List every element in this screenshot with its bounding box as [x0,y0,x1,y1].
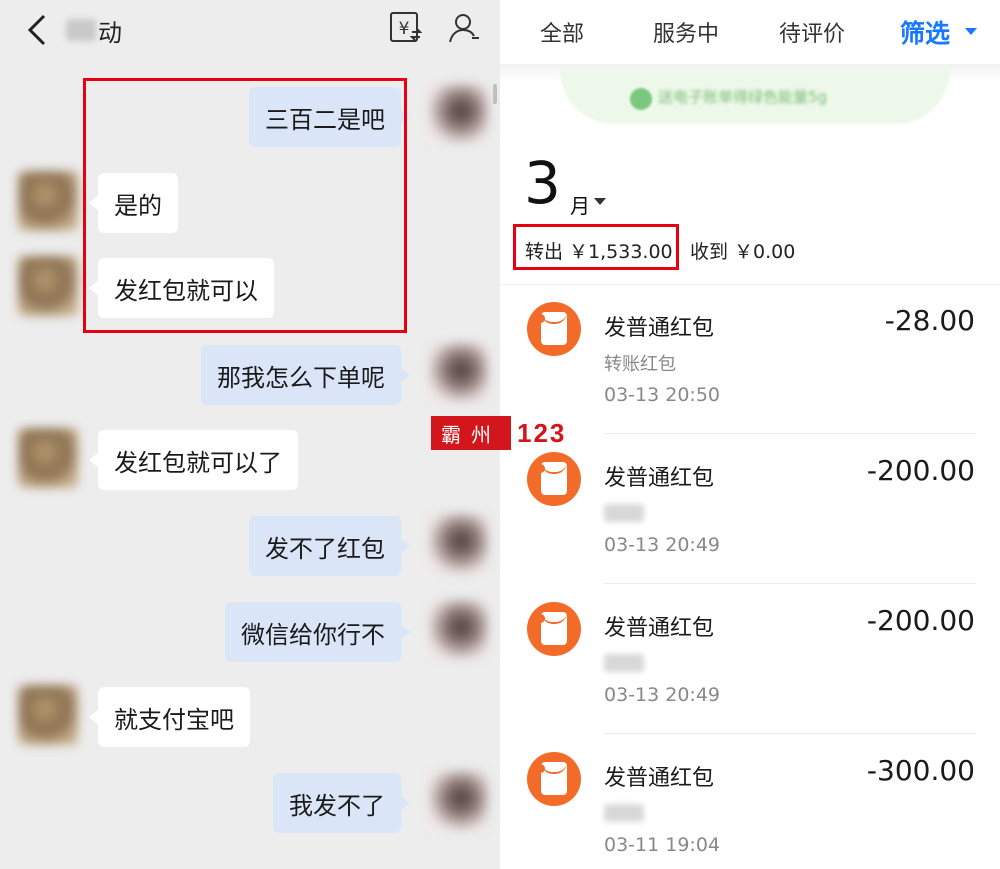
red-packet-icon [527,302,581,356]
bill-row[interactable]: 发普通红包 03-11 19:04 -300.00 [500,734,1000,869]
filter-button[interactable]: 筛选 [900,14,950,50]
my-avatar[interactable] [428,514,488,574]
red-packet-icon [527,602,581,656]
bill-time: 03-13 20:49 [604,684,721,706]
bill-amount: -300.00 [866,754,975,787]
chat-panel: 动 ¥ 三百二是吧 是的 发红包就可以 那我怎么下单呢 发红包就可以了 发不了红… [0,0,500,869]
blurred-subtitle [604,504,644,522]
bill-time: 03-13 20:49 [604,534,721,556]
bill-time: 03-13 20:50 [604,384,721,406]
watermark: 霸州 123 [431,416,566,450]
my-avatar[interactable] [428,84,488,144]
bill-title: 发普通红包 [604,616,715,641]
message-bubble-theirs[interactable]: 发红包就可以了 [89,430,298,490]
watermark-chars: 霸州 [431,416,511,450]
tab-in-service[interactable]: 服务中 [653,16,719,48]
chat-title-wrap: 动 [66,12,122,48]
highlight-box [83,78,407,333]
bill-subtitle: 转账红包 [604,354,676,375]
month-number[interactable]: 3 [524,154,561,212]
bill-amount: -200.00 [866,604,975,637]
message-bubble-mine[interactable]: 发不了红包 [249,516,410,576]
bill-title: 发普通红包 [604,466,715,491]
chat-scrollbar[interactable] [493,84,497,104]
bill-row[interactable]: 发普通红包 转账红包 03-13 20:50 -28.00 [500,284,1000,434]
message-bubble-mine[interactable]: 我发不了 [273,773,410,833]
contact-avatar[interactable] [18,428,78,488]
my-avatar[interactable] [428,771,488,831]
bill-title: 发普通红包 [604,316,715,341]
message-bubble-theirs[interactable]: 就支付宝吧 [89,687,250,747]
chat-header: 动 ¥ [0,0,500,64]
watermark-number: 123 [517,417,567,448]
tab-all[interactable]: 全部 [540,16,584,48]
my-avatar[interactable] [428,600,488,660]
bill-amount: -200.00 [866,454,975,487]
transfer-icon[interactable]: ¥ [388,10,424,46]
contact-avatar[interactable] [18,171,78,231]
blurred-subtitle [604,654,644,672]
bill-row[interactable]: 发普通红包 03-13 20:49 -200.00 [500,434,1000,584]
leaf-icon [630,88,652,110]
highlight-box [513,224,679,270]
blurred-name [66,19,96,41]
contact-avatar[interactable] [18,685,78,745]
message-bubble-mine[interactable]: 那我怎么下单呢 [201,345,410,405]
contact-avatar[interactable] [18,256,78,316]
bill-time: 03-11 19:04 [604,834,721,856]
my-avatar[interactable] [428,343,488,403]
tab-to-review[interactable]: 待评价 [779,16,845,48]
promo-banner-text: 送电子账单得绿色能量5g [658,88,828,106]
svg-text:¥: ¥ [399,19,410,39]
bill-title: 发普通红包 [604,766,715,791]
profile-icon[interactable] [446,10,482,46]
caret-down-icon[interactable] [594,198,606,205]
chat-title: 动 [98,18,122,47]
month-unit[interactable]: 月 [570,190,590,219]
bills-panel: 全部 服务中 待评价 筛选 送电子账单得绿色能量5g 3 月 转出 ￥1,533… [500,0,1000,869]
bill-tabs: 全部 服务中 待评价 筛选 [500,0,1000,64]
red-packet-icon [527,452,581,506]
bill-row[interactable]: 发普通红包 03-13 20:49 -200.00 [500,584,1000,734]
bill-amount: -28.00 [884,304,975,337]
red-packet-icon [527,752,581,806]
blurred-subtitle [604,804,644,822]
summary-in: 收到 ￥0.00 [690,241,796,263]
caret-down-icon[interactable] [965,28,977,35]
message-bubble-mine[interactable]: 微信给你行不 [225,602,410,662]
back-icon[interactable] [22,12,54,48]
